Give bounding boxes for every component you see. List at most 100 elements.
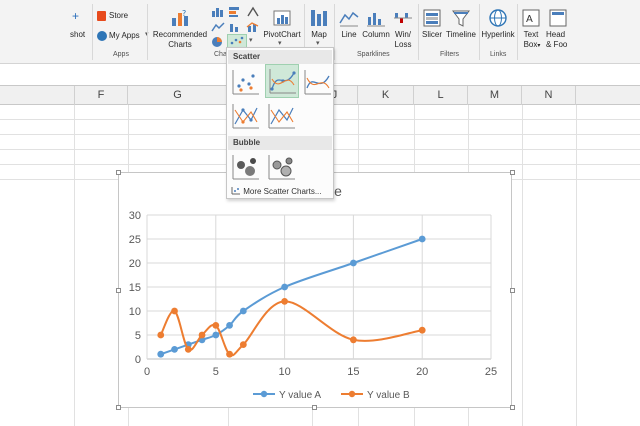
filters-group-label: Filters <box>440 51 460 58</box>
data-point <box>418 326 426 334</box>
column-header-f[interactable]: F <box>74 86 128 105</box>
bubble-icon <box>232 155 259 180</box>
pie-chart-icon[interactable] <box>211 36 225 48</box>
text-box-label: Text <box>523 30 539 39</box>
scatter-straight-markers-icon <box>232 104 259 129</box>
map-icon <box>311 10 327 26</box>
data-point <box>226 350 233 358</box>
text-box-button[interactable]: A Text Box▾ <box>519 6 543 50</box>
data-point <box>157 350 165 358</box>
svg-text:A: A <box>526 14 533 25</box>
recommended-charts-label: Recommended <box>152 30 208 39</box>
data-point <box>418 235 426 243</box>
data-point <box>281 283 288 291</box>
scatter-smooth-lines-markers-option[interactable] <box>265 64 299 98</box>
store-icon <box>97 11 106 21</box>
column-chart-icon[interactable] <box>211 6 225 18</box>
data-point <box>239 307 247 315</box>
data-point <box>350 336 357 344</box>
column-header-g[interactable]: G <box>128 86 228 105</box>
pivotchart-label: PivotChart <box>263 30 301 39</box>
3d-bubble-option[interactable] <box>265 151 299 185</box>
recommended-charts-label-2: Charts <box>168 40 192 49</box>
hyperlink-button[interactable]: Hyperlink <box>481 6 515 50</box>
slicer-button[interactable]: Slicer <box>420 6 444 50</box>
sparkline-column-label: Column <box>362 30 390 39</box>
more-scatter-charts-label: More Scatter Charts... <box>243 187 322 196</box>
scatter-chart[interactable]: le 0 5 10 15 20 25 30 0 5 10 15 20 25 Y value AY valu… <box>118 172 512 408</box>
resize-handle[interactable] <box>116 288 121 293</box>
column-header-l[interactable]: L <box>414 86 468 105</box>
y-tick-label: 10 <box>129 306 141 318</box>
scatter-smooth-icon <box>304 70 331 95</box>
header-footer-button[interactable]: Head & Foo <box>546 6 576 50</box>
resize-handle[interactable] <box>510 170 515 175</box>
chart-legend <box>119 387 511 401</box>
x-tick-label: 20 <box>416 366 428 378</box>
chevron-down-icon: ▾ <box>278 40 282 47</box>
x-tick-label: 15 <box>347 366 359 378</box>
data-point <box>184 346 192 353</box>
grid-line <box>576 105 577 426</box>
timeline-label: Timeline <box>446 30 476 39</box>
my-apps-label: My Apps <box>109 31 140 40</box>
column-header-k[interactable]: K <box>358 86 414 105</box>
y-tick-label: 5 <box>135 330 141 342</box>
resize-handle[interactable] <box>510 405 515 410</box>
bubble-option[interactable] <box>229 151 263 185</box>
chart-options-icon <box>231 187 240 195</box>
resize-handle[interactable] <box>116 170 121 175</box>
statistic-chart-icon[interactable] <box>228 21 242 33</box>
map-button[interactable]: Map ▾ <box>307 6 331 50</box>
data-point <box>212 331 220 339</box>
hyperlink-label: Hyperlink <box>481 30 515 39</box>
resize-handle[interactable] <box>116 405 121 410</box>
y-tick-label: 25 <box>129 234 141 246</box>
bar-chart-icon[interactable] <box>228 6 242 18</box>
sparkline-column-button[interactable]: Column <box>362 6 390 50</box>
timeline-button[interactable]: Timeline <box>445 6 477 50</box>
x-tick-label: 10 <box>278 366 290 378</box>
group-separator <box>334 4 335 60</box>
scatter-markers-icon <box>232 70 259 95</box>
chevron-down-icon: ▾ <box>249 37 253 44</box>
resize-handle[interactable] <box>510 288 515 293</box>
sparkline-winloss-button[interactable]: Win/ Loss <box>391 6 415 50</box>
data-point <box>212 322 220 329</box>
scatter-straight-lines-option[interactable] <box>265 100 299 134</box>
y-tick-label: 15 <box>129 282 141 294</box>
screenshot-button-partial[interactable]: shot <box>70 30 85 39</box>
text-box-label-2: Box <box>523 40 538 49</box>
pivotchart-button[interactable]: PivotChart ▾ <box>262 6 302 50</box>
data-point <box>281 298 288 305</box>
scatter-straight-lines-markers-option[interactable] <box>229 100 263 134</box>
group-separator <box>418 4 419 60</box>
scatter-smooth-lines-option[interactable] <box>301 66 335 100</box>
header-footer-label-2: & Foo <box>546 40 568 49</box>
data-point <box>171 307 178 315</box>
line-chart-icon[interactable] <box>211 21 225 33</box>
sparkline-winloss-label-2: Loss <box>394 40 412 49</box>
sparkline-line-label: Line <box>341 30 357 39</box>
sparkline-column-icon <box>367 13 385 27</box>
store-label: Store <box>109 11 129 20</box>
more-scatter-charts-link[interactable]: More Scatter Charts... <box>231 186 321 196</box>
combo-chart-icon[interactable] <box>246 21 260 33</box>
sparkline-line-button[interactable]: Line <box>337 6 361 50</box>
scatter-chart-button-active[interactable] <box>227 34 247 48</box>
column-header-m[interactable]: M <box>468 86 522 105</box>
group-separator <box>147 4 148 60</box>
scatter-markers-only-option[interactable] <box>229 66 263 100</box>
add-icon[interactable]: + <box>72 10 79 22</box>
chevron-down-icon: ▾ <box>316 40 320 47</box>
recommended-charts-button[interactable]: ? Recommended Charts <box>152 6 208 50</box>
header-footer-label: Head <box>546 30 566 39</box>
hierarchy-chart-icon[interactable] <box>246 6 260 18</box>
sparkline-winloss-label: Win/ <box>395 30 411 39</box>
chart-plot: 0510152025300 5 10 15 20 25Y value AY value B <box>129 210 497 401</box>
resize-handle[interactable] <box>312 405 317 410</box>
column-header-n[interactable]: N <box>522 86 576 105</box>
chevron-down-icon: ▾ <box>537 43 541 49</box>
text-box-label-2-wrap: Box▾ <box>519 40 545 49</box>
3d-bubble-icon <box>268 155 295 180</box>
